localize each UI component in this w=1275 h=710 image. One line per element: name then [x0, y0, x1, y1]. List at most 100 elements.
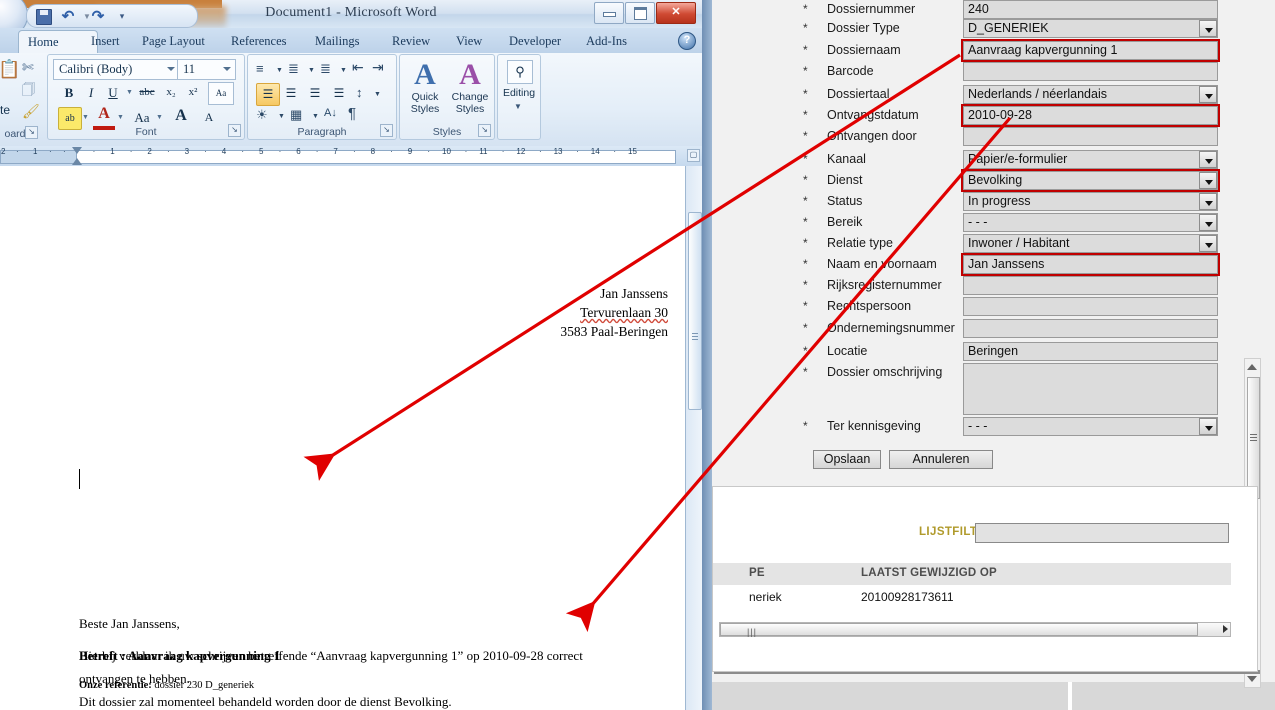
increase-indent-icon[interactable]: ⇥	[372, 59, 384, 76]
tab-insert[interactable]: Insert	[82, 30, 128, 53]
document-vertical-scrollbar[interactable]	[685, 166, 702, 710]
scroll-right-arrow-icon[interactable]	[1223, 625, 1228, 633]
chevron-down-icon[interactable]	[1199, 172, 1217, 189]
ruler[interactable]: 2 1 · · · 1 · 2 · 3 · 4 · 5 · 6 · 7 · 8 · 9 · 10 · 11 · 12 · 13 ·…	[0, 146, 702, 167]
close-button[interactable]: ✕	[656, 2, 696, 24]
field-input-locatie[interactable]: Beringen	[963, 342, 1218, 361]
shading-icon[interactable]: ☀	[256, 107, 268, 123]
shrink-font-button[interactable]: A	[198, 107, 220, 128]
clipboard-dialog-launcher-icon[interactable]: ↘	[25, 126, 38, 139]
change-case-button[interactable]: Aa	[128, 107, 156, 128]
field-textarea-dossier-omschrijving[interactable]	[963, 363, 1218, 415]
list-horizontal-scrollbar[interactable]: |||	[719, 622, 1231, 637]
chevron-down-icon[interactable]	[1199, 235, 1217, 252]
tab-references[interactable]: References	[222, 30, 296, 53]
panel-scrollbar-thumb[interactable]	[1247, 377, 1260, 499]
chevron-down-icon[interactable]	[1199, 418, 1217, 435]
field-select-dienst[interactable]: Bevolking	[961, 169, 1220, 192]
tab-view[interactable]: View	[447, 30, 491, 53]
sort-icon[interactable]: A↓	[324, 107, 337, 119]
chevron-down-icon[interactable]	[1199, 151, 1217, 168]
font-size-combo[interactable]: 11	[177, 59, 236, 80]
line-spacing-dropdown-icon[interactable]: ▼	[374, 91, 381, 98]
view-ruler-icon[interactable]: ▢	[687, 149, 700, 162]
multilevel-list-icon[interactable]: ≣	[320, 61, 331, 77]
chevron-down-icon[interactable]	[1199, 86, 1217, 103]
document-page[interactable]: Jan Janssens Tervurenlaan 30 3583 Paal-B…	[0, 166, 686, 710]
field-input-barcode[interactable]	[963, 62, 1218, 81]
hscrollbar-thumb[interactable]: |||	[720, 623, 1198, 637]
field-input-dossiernaam[interactable]: Aanvraag kapvergunning 1	[961, 39, 1220, 62]
change-case-dropdown-icon[interactable]: ▼	[156, 114, 163, 121]
paragraph-dialog-launcher-icon[interactable]: ↘	[380, 124, 393, 137]
underline-button[interactable]: U	[102, 82, 124, 103]
field-select-status[interactable]: In progress	[963, 192, 1218, 211]
field-input-naam-en-voornaam[interactable]: Jan Janssens	[961, 253, 1220, 276]
align-right-button[interactable]: ☰	[304, 83, 326, 104]
tab-page-layout[interactable]: Page Layout	[133, 30, 214, 53]
font-color-dropdown-icon[interactable]: ▼	[117, 114, 124, 121]
quick-styles-button[interactable]: A Quick Styles	[401, 58, 449, 115]
scrollbar-thumb[interactable]	[688, 212, 702, 410]
paste-icon[interactable]: 📋	[0, 59, 20, 80]
cancel-button[interactable]: Annuleren	[889, 450, 993, 469]
numbering-dropdown-icon[interactable]: ▼	[308, 67, 315, 74]
bullets-dropdown-icon[interactable]: ▼	[276, 67, 283, 74]
minimize-button[interactable]	[594, 2, 624, 24]
change-styles-button[interactable]: A Change Styles	[446, 58, 494, 115]
copy-icon[interactable]: 🗍	[22, 81, 35, 103]
field-select-bereik[interactable]: - - -	[963, 213, 1218, 232]
save-button[interactable]: Opslaan	[813, 450, 881, 469]
list-filter-input[interactable]	[975, 523, 1229, 543]
underline-dropdown-icon[interactable]: ▼	[126, 89, 133, 96]
scroll-up-arrow-icon[interactable]	[1247, 364, 1257, 370]
subscript-button[interactable]: x₂	[160, 82, 182, 103]
show-formatting-marks-icon[interactable]: ¶	[348, 105, 356, 122]
justify-button[interactable]: ☰	[328, 83, 350, 104]
borders-icon[interactable]: ▦	[290, 107, 302, 123]
help-icon[interactable]: ?	[678, 32, 696, 50]
field-input-rechtspersoon[interactable]	[963, 297, 1218, 316]
chevron-down-icon[interactable]	[1199, 193, 1217, 210]
field-input-ondernemingsnummer[interactable]	[963, 319, 1218, 338]
cut-icon[interactable]: ✄	[22, 59, 34, 76]
grow-font-button[interactable]: A	[170, 105, 192, 126]
field-input-ontvangen-door[interactable]	[963, 127, 1218, 146]
chevron-down-icon[interactable]	[1199, 214, 1217, 231]
font-dialog-launcher-icon[interactable]: ↘	[228, 124, 241, 137]
tab-developer[interactable]: Developer	[500, 30, 570, 53]
decrease-indent-icon[interactable]: ⇤	[352, 59, 364, 76]
chevron-down-icon[interactable]	[1199, 20, 1217, 37]
find-icon[interactable]: ⚲	[507, 60, 533, 84]
tab-review[interactable]: Review	[383, 30, 439, 53]
superscript-button[interactable]: x²	[182, 82, 204, 103]
field-input-dossiernummer[interactable]: 240	[963, 0, 1218, 19]
editing-dropdown-icon[interactable]: ▼	[514, 102, 522, 111]
shading-dropdown-icon[interactable]: ▼	[278, 113, 285, 120]
italic-button[interactable]: I	[80, 82, 102, 103]
strikethrough-button[interactable]: abc	[136, 82, 158, 103]
clear-formatting-button[interactable]: Aa	[208, 82, 234, 105]
table-row[interactable]: neriek 20100928173611	[713, 585, 1231, 611]
font-name-combo[interactable]: Calibri (Body)	[53, 59, 180, 80]
field-select-relatie-type[interactable]: Inwoner / Habitant	[963, 234, 1218, 253]
line-spacing-icon[interactable]: ↕	[356, 85, 363, 100]
highlight-dropdown-icon[interactable]: ▼	[82, 114, 89, 121]
tab-mailings[interactable]: Mailings	[306, 30, 368, 53]
field-select-dossiertaal[interactable]: Nederlands / néerlandais	[963, 85, 1218, 104]
field-input-ontvangstdatum[interactable]: 2010-09-28	[961, 104, 1220, 127]
field-select-ter-kennisgeving[interactable]: - - -	[963, 417, 1218, 436]
column-header-modified[interactable]: LAATST GEWIJZIGD OP	[861, 567, 997, 579]
bold-button[interactable]: B	[58, 82, 80, 103]
format-painter-icon[interactable]: 🖌	[22, 103, 40, 120]
styles-dialog-launcher-icon[interactable]: ↘	[478, 124, 491, 137]
align-center-button[interactable]: ☰	[280, 83, 302, 104]
field-input-rijksregisternummer[interactable]	[963, 276, 1218, 295]
multilevel-dropdown-icon[interactable]: ▼	[340, 67, 347, 74]
align-left-button[interactable]: ☰	[256, 83, 280, 106]
numbering-icon[interactable]: ≣	[288, 61, 299, 77]
indent-marker-icon[interactable]	[72, 147, 83, 165]
maximize-button[interactable]	[625, 2, 655, 24]
scroll-down-arrow-icon[interactable]	[1247, 676, 1257, 682]
bullets-icon[interactable]: ≡	[256, 61, 264, 76]
